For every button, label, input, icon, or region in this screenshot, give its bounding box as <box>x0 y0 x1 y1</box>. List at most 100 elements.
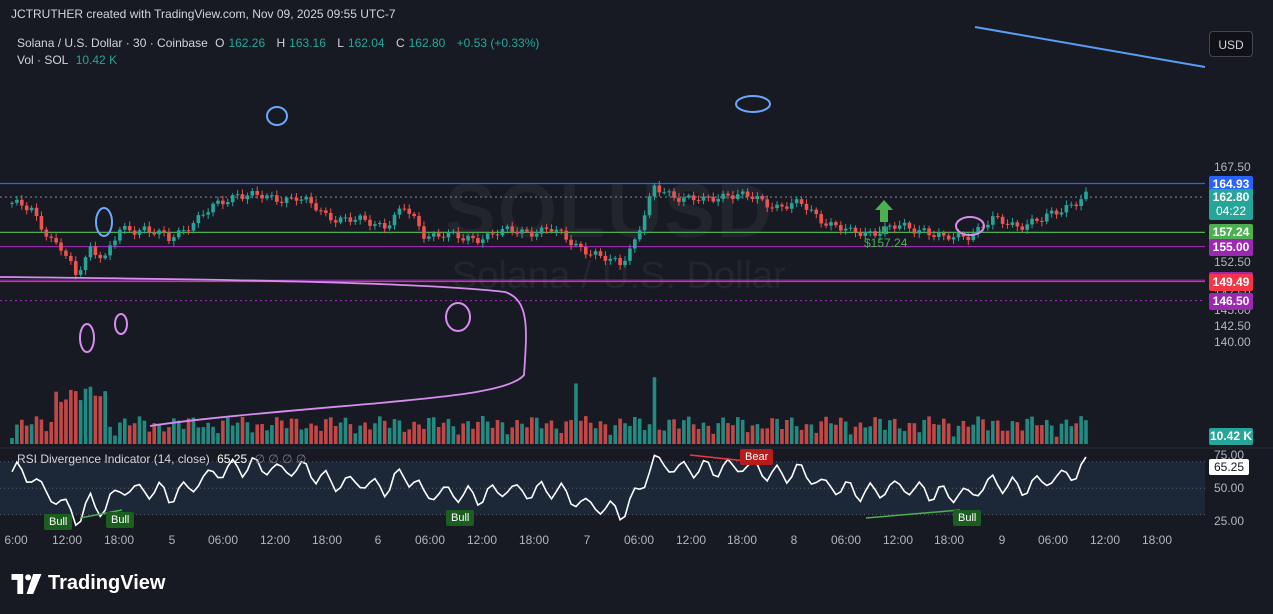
bar-countdown: 04:22 <box>1215 204 1247 219</box>
volume-bar <box>373 423 377 444</box>
volume-bar <box>760 428 765 444</box>
volume-bar <box>78 400 83 444</box>
volume-bar <box>819 421 823 444</box>
currency-button[interactable]: USD <box>1209 31 1253 57</box>
volume-bar <box>113 435 117 444</box>
time-axis-tick: 12:00 <box>675 533 707 547</box>
candle-body <box>167 232 171 242</box>
volume-bar <box>476 421 480 444</box>
candle-body <box>137 230 142 235</box>
candle-body <box>1015 222 1020 227</box>
volume-bar <box>441 422 446 444</box>
trend-line <box>974 26 1206 68</box>
volume-bar <box>417 424 421 444</box>
candle-body <box>20 199 24 206</box>
volume-bar <box>726 423 730 444</box>
candle-body <box>191 223 196 231</box>
volume-bar <box>343 417 348 444</box>
volume-bar <box>657 429 662 444</box>
candle-body <box>1005 223 1010 225</box>
symbol-label[interactable]: Solana / U.S. Dollar · 30 · Coinbase <box>17 36 208 50</box>
time-axis-tick: 18:00 <box>726 533 758 547</box>
volume-bar <box>534 417 539 444</box>
volume-bar <box>677 428 681 444</box>
chart-canvas[interactable] <box>0 0 1273 614</box>
volume-bar <box>598 421 603 444</box>
volume-bar <box>338 422 343 444</box>
tradingview-icon <box>11 573 42 594</box>
candle-body <box>422 226 426 239</box>
rsi-signal-label: Bear <box>740 449 774 465</box>
volume-bar <box>539 428 544 444</box>
volume-bar <box>1069 426 1074 444</box>
volume-label[interactable]: Vol · SOL <box>17 53 68 67</box>
candle-body <box>142 226 147 231</box>
volume-bar <box>745 432 750 444</box>
volume-bar <box>103 391 107 444</box>
candle-body <box>147 226 152 233</box>
volume-bar <box>255 424 260 444</box>
candle-body <box>436 233 441 237</box>
candle-body <box>157 230 161 235</box>
candle-body <box>216 200 220 204</box>
candle-body <box>343 217 348 219</box>
rsi-title[interactable]: RSI Divergence Indicator (14, close) <box>17 452 210 466</box>
candle-body <box>358 215 362 220</box>
volume-bar <box>157 423 161 444</box>
candle-body <box>348 217 353 222</box>
candle-body <box>24 205 29 211</box>
volume-bar <box>559 432 564 444</box>
candle-body <box>1079 199 1083 206</box>
volume-bar <box>662 430 667 444</box>
candle-body <box>799 199 804 204</box>
volume-bar <box>878 418 882 444</box>
candle-body <box>814 209 819 215</box>
volume-bar <box>608 434 613 444</box>
candle-body <box>69 255 73 262</box>
candle-body <box>240 194 245 200</box>
volume-bar <box>574 383 578 444</box>
volume-bar <box>333 425 338 444</box>
candle-body <box>824 223 828 226</box>
rsi-signal-label: Bull <box>446 510 475 526</box>
volume-bar <box>260 424 264 444</box>
candle-body <box>892 225 897 229</box>
candle-body <box>289 197 294 199</box>
volume-bar <box>981 419 985 444</box>
volume-bar <box>941 418 946 444</box>
candle-body <box>1059 212 1064 215</box>
candle-body <box>235 194 240 196</box>
volume-bar <box>976 416 980 444</box>
brand-name: TradingView <box>48 572 166 594</box>
volume-bar <box>132 423 137 444</box>
volume-bar <box>515 420 519 444</box>
candle-body <box>838 225 843 231</box>
volume-bar <box>230 425 235 444</box>
candle-body <box>378 223 382 225</box>
price-axis-tick: 140.00 <box>1214 334 1251 349</box>
volume-bar <box>946 423 951 444</box>
volume-bar <box>682 420 686 444</box>
volume-bar <box>147 431 152 444</box>
candle-body <box>1044 213 1049 222</box>
candle-body <box>265 195 269 199</box>
volume-bar <box>225 417 230 444</box>
candle-body <box>309 196 313 204</box>
candle-body <box>1025 224 1029 230</box>
volume-bar <box>736 417 740 444</box>
candle-body <box>245 195 250 200</box>
candle-body <box>932 235 936 237</box>
volume-bar <box>799 429 804 444</box>
volume-bar <box>485 421 490 444</box>
volume-bar <box>304 428 309 444</box>
volume-bar <box>633 416 637 444</box>
volume-bar <box>794 426 799 444</box>
volume-bar <box>922 419 926 444</box>
candle-body <box>299 199 304 201</box>
volume-bar <box>564 421 568 444</box>
time-axis-tick: 06:00 <box>623 533 655 547</box>
candle-body <box>118 229 122 241</box>
candle-body <box>966 236 971 241</box>
volume-bar <box>770 418 774 444</box>
candle-body <box>785 206 789 209</box>
